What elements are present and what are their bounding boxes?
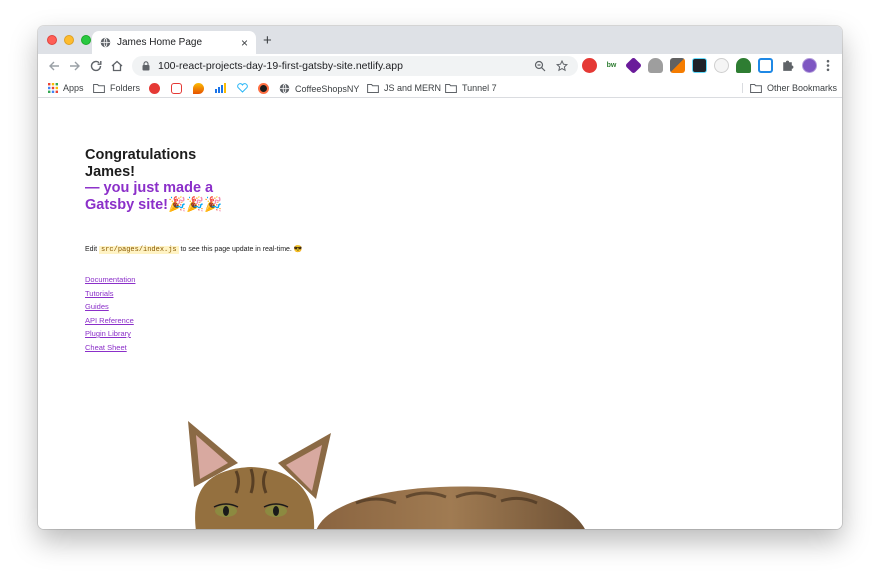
bookmark-flame[interactable] — [193, 83, 204, 94]
stack-extension-icon[interactable] — [625, 57, 642, 74]
bar-chart-icon — [215, 83, 226, 93]
new-tab-button[interactable]: + — [263, 33, 272, 48]
reload-icon[interactable] — [89, 59, 103, 73]
list-item: Cheat Sheet — [85, 343, 135, 352]
minimize-window-button[interactable] — [64, 35, 74, 45]
tree-extension-icon[interactable] — [736, 58, 751, 73]
cheat-sheet-link[interactable]: Cheat Sheet — [85, 343, 127, 352]
heading-line-1: Congratulations — [85, 147, 197, 163]
window-controls — [47, 35, 91, 45]
folder-icon — [445, 84, 457, 93]
globe-icon — [279, 83, 290, 94]
eyedropper-extension-icon[interactable] — [670, 58, 685, 73]
plugin-library-link[interactable]: Plugin Library — [85, 329, 131, 338]
globe-icon — [100, 37, 111, 48]
window-extension-icon[interactable] — [758, 58, 773, 73]
browser-window: James Home Page × + 100-react-projects-d… — [38, 26, 842, 529]
resource-links: Documentation Tutorials Guides API Refer… — [85, 276, 135, 357]
bookmark-other[interactable]: Other Bookmarks — [742, 83, 837, 93]
adblock-extension-icon[interactable] — [582, 58, 597, 73]
bookmark-tunnel-label: Tunnel 7 — [462, 83, 497, 93]
flame-icon — [193, 83, 204, 94]
bookmark-js-mern[interactable]: JS and MERN — [367, 83, 441, 93]
bookmark-heart[interactable] — [237, 83, 253, 93]
react-devtools-icon[interactable] — [692, 58, 707, 73]
close-window-button[interactable] — [47, 35, 57, 45]
drive-extension-icon[interactable] — [648, 58, 663, 73]
address-bar[interactable]: 100-react-projects-day-19-first-gatsby-s… — [132, 56, 578, 76]
bookmarks-bar: Apps Folders CoffeeShopsNY JS and MERN T… — [38, 78, 842, 98]
folder-icon — [93, 84, 105, 93]
red-square-icon — [171, 83, 182, 94]
bookmark-analytics[interactable] — [215, 83, 231, 93]
list-item: Plugin Library — [85, 330, 135, 338]
back-arrow-icon[interactable] — [47, 59, 61, 73]
heading-line-4: Gatsby site!🎉🎉🎉 — [85, 196, 223, 213]
apps-grid-icon — [48, 83, 58, 93]
lock-icon[interactable] — [142, 61, 150, 71]
maximize-window-button[interactable] — [81, 35, 91, 45]
bw-extension-icon[interactable]: bw — [604, 58, 619, 73]
folder-icon — [750, 84, 762, 93]
coffee-logo-icon — [258, 83, 269, 94]
list-item: Documentation — [85, 276, 135, 284]
browser-toolbar: 100-react-projects-day-19-first-gatsby-s… — [38, 54, 842, 78]
edit-prefix: Edit — [85, 246, 100, 253]
heading-line-3: — you just made a — [85, 180, 214, 196]
browser-tab[interactable]: James Home Page × — [92, 31, 256, 54]
page-content: Congratulations James! — you just made a… — [38, 99, 842, 529]
bookmark-coffee-logo[interactable] — [258, 83, 269, 94]
url-text[interactable]: 100-react-projects-day-19-first-gatsby-s… — [158, 60, 524, 72]
tomato-icon — [149, 83, 160, 94]
kebab-menu-icon[interactable] — [824, 58, 832, 73]
moon-extension-icon[interactable] — [714, 58, 729, 73]
avatar[interactable] — [802, 58, 817, 73]
list-item: Tutorials — [85, 289, 135, 298]
home-icon[interactable] — [110, 59, 124, 73]
tab-strip: James Home Page × + — [38, 26, 842, 54]
file-path-code: src/pages/index.js — [99, 246, 179, 254]
bookmark-star-icon[interactable] — [556, 60, 568, 72]
heart-icon — [237, 83, 248, 93]
bookmark-other-label: Other Bookmarks — [767, 83, 838, 93]
api-reference-link[interactable]: API Reference — [85, 316, 134, 325]
bookmark-apps[interactable]: Apps — [48, 83, 84, 93]
bookmark-folders[interactable]: Folders — [93, 83, 140, 93]
guides-link[interactable]: Guides — [85, 302, 109, 311]
bookmark-coffeeshops-label: CoffeeShopsNY — [295, 83, 360, 94]
bookmark-tomato[interactable] — [149, 83, 160, 94]
bookmark-tunnel[interactable]: Tunnel 7 — [445, 83, 497, 93]
bookmark-coffeeshops[interactable]: CoffeeShopsNY — [279, 83, 359, 94]
documentation-link[interactable]: Documentation — [85, 275, 135, 284]
tab-close-icon[interactable]: × — [241, 37, 248, 49]
zoom-icon[interactable] — [534, 60, 546, 72]
folder-icon — [367, 84, 379, 93]
list-item: Guides — [85, 303, 135, 311]
bookmark-dribbble[interactable] — [171, 83, 182, 94]
tab-title: James Home Page — [117, 37, 203, 48]
bookmark-folders-label: Folders — [110, 83, 141, 93]
cat-image — [188, 421, 585, 529]
edit-instructions: Edit src/pages/index.js to see this page… — [85, 245, 303, 254]
heading-line-2: James! — [85, 163, 135, 180]
edit-suffix: to see this page update in real-time. 😎 — [178, 246, 303, 253]
page-title: Congratulations James! — you just made a… — [85, 147, 255, 213]
bookmark-js-mern-label: JS and MERN — [384, 83, 442, 93]
tutorials-link[interactable]: Tutorials — [85, 289, 113, 298]
puzzle-icon[interactable] — [780, 58, 795, 73]
list-item: API Reference — [85, 316, 135, 325]
forward-arrow-icon[interactable] — [68, 59, 82, 73]
bookmark-apps-label: Apps — [63, 83, 84, 93]
extensions-bar: bw — [582, 57, 832, 74]
